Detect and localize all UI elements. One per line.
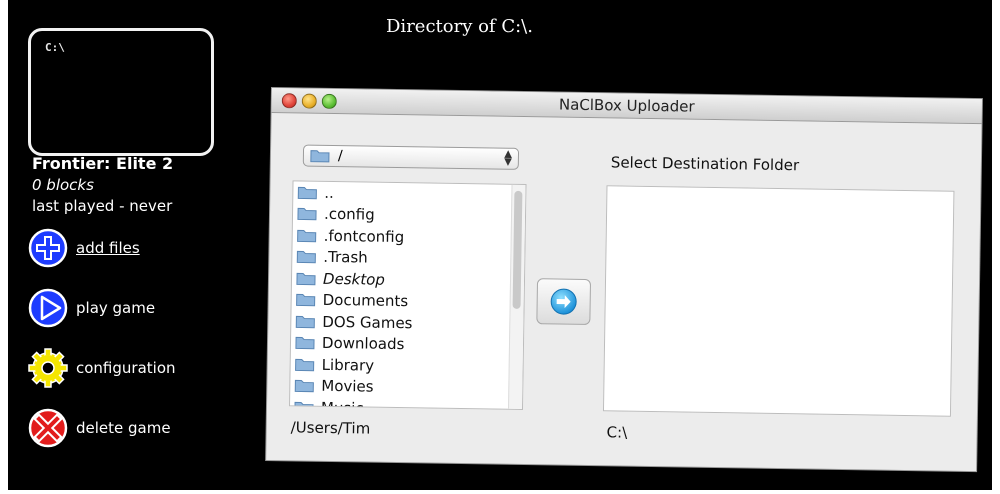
play-game-label: play game [76,299,156,317]
path-dropdown[interactable]: / ▲ ▼ [302,144,520,170]
delete-game-label: delete game [76,419,171,437]
file-name: Desktop [322,269,386,289]
add-files-button[interactable]: add files [28,228,140,268]
screen-prompt-text: C:\ [45,41,65,54]
folder-icon [310,150,330,163]
folder-icon [296,272,316,285]
path-dropdown-value: / [337,148,343,165]
game-title: Frontier: Elite 2 [32,154,174,173]
file-name: Library [321,355,375,375]
play-game-button[interactable]: play game [28,288,155,328]
plus-icon [28,228,68,268]
app-background: Directory of C:\. C:\ Frontier: Elite 2 … [8,0,992,490]
folder-icon [296,294,316,307]
destination-path: C:\ [606,423,628,442]
file-name: DOS Games [322,312,413,332]
folder-icon [297,229,317,242]
file-name: Downloads [321,334,405,354]
scrollbar-thumb[interactable] [512,190,523,309]
directory-title: Directory of C:\. [386,16,533,37]
gear-icon [28,348,68,388]
destination-label: Select Destination Folder [610,153,800,175]
game-blocks: 0 blocks [32,176,94,194]
folder-icon [297,186,317,199]
transfer-arrow-button[interactable] [536,278,592,326]
file-name: .. [324,183,335,202]
folder-icon [296,251,316,264]
game-last-played: last played - never [32,197,173,215]
folder-icon [295,337,315,350]
destination-folder-list[interactable] [602,185,955,417]
current-path: /Users/Tim [290,418,371,438]
file-name: Movies [321,377,374,396]
file-name: .fontconfig [323,226,405,246]
file-list[interactable]: .. .config .fontconfig .Trash Desktop Documen… [289,180,527,410]
uploader-window: NaClBox Uploader / ▲ ▼ .. .config .fontconf… [266,88,982,472]
add-files-label: add files [76,239,140,257]
folder-icon [297,208,317,221]
folder-icon [295,358,315,371]
window-titlebar: NaClBox Uploader [271,88,982,125]
configuration-button[interactable]: configuration [28,348,176,388]
folder-icon [294,401,314,410]
dropdown-arrows-icon: ▲ ▼ [504,148,513,168]
play-icon [28,288,68,328]
arrow-right-icon [550,288,577,315]
folder-icon [295,315,315,328]
delete-game-button[interactable]: delete game [28,408,171,448]
file-name: .Trash [323,248,368,267]
delete-x-icon [28,408,68,448]
file-name: Documents [322,291,409,311]
folder-icon [294,380,314,393]
file-name: .config [323,205,375,224]
window-title: NaClBox Uploader [558,95,695,116]
game-screen-preview: C:\ [28,28,214,156]
file-list-scrollbar[interactable] [507,184,526,409]
configuration-label: configuration [76,359,176,377]
file-name: Music [320,398,364,410]
